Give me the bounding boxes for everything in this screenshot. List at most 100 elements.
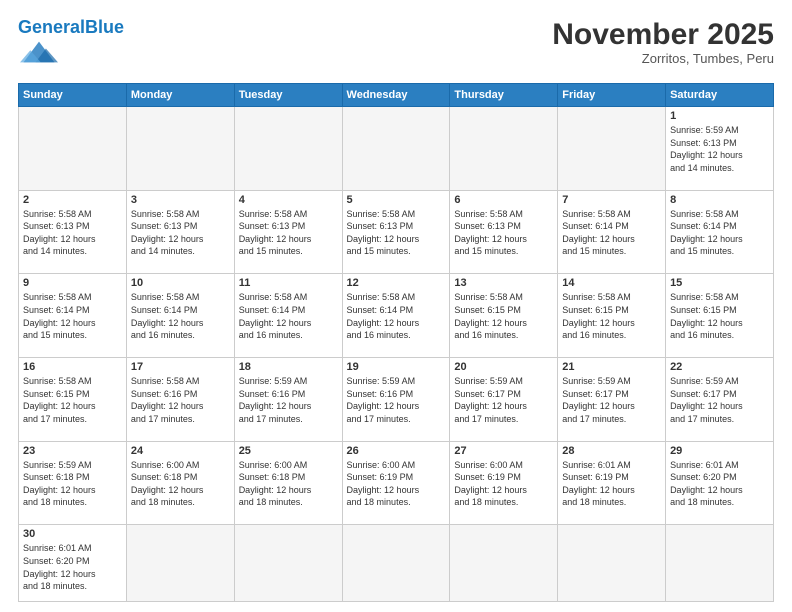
table-row: 7 Sunrise: 5:58 AM Sunset: 6:14 PM Daylig…	[558, 190, 666, 274]
logo-blue: Blue	[85, 17, 124, 37]
table-row: 28Sunrise: 6:01 AM Sunset: 6:19 PM Dayli…	[558, 441, 666, 525]
day-info: Sunrise: 5:58 AM Sunset: 6:15 PM Dayligh…	[454, 291, 553, 341]
day-number: 12	[347, 277, 446, 289]
day-info: Sunrise: 5:58 AM Sunset: 6:14 PM Dayligh…	[562, 208, 661, 258]
day-number: 4	[239, 194, 338, 206]
table-row	[450, 107, 558, 191]
day-info: Sunrise: 5:58 AM Sunset: 6:15 PM Dayligh…	[23, 375, 122, 425]
day-info: Sunrise: 5:59 AM Sunset: 6:18 PM Dayligh…	[23, 459, 122, 509]
day-info: Sunrise: 5:58 AM Sunset: 6:14 PM Dayligh…	[131, 291, 230, 341]
day-number: 2	[23, 194, 122, 206]
logo-text: GeneralBlue	[18, 18, 124, 36]
day-number: 6	[454, 194, 553, 206]
day-info: Sunrise: 5:58 AM Sunset: 6:14 PM Dayligh…	[239, 291, 338, 341]
day-info: Sunrise: 5:59 AM Sunset: 6:17 PM Dayligh…	[562, 375, 661, 425]
table-row	[558, 525, 666, 602]
day-number: 19	[347, 361, 446, 373]
calendar-week-row: 2 Sunrise: 5:58 AM Sunset: 6:13 PM Daylig…	[19, 190, 774, 274]
table-row: 27Sunrise: 6:00 AM Sunset: 6:19 PM Dayli…	[450, 441, 558, 525]
table-row: 16 Sunrise: 5:58 AM Sunset: 6:15 PM Dayli…	[19, 358, 127, 442]
col-sunday: Sunday	[19, 84, 127, 107]
table-row: 20 Sunrise: 5:59 AM Sunset: 6:17 PM Dayli…	[450, 358, 558, 442]
day-number: 14	[562, 277, 661, 289]
table-row	[450, 525, 558, 602]
day-info: Sunrise: 5:58 AM Sunset: 6:15 PM Dayligh…	[670, 291, 769, 341]
calendar-table: Sunday Monday Tuesday Wednesday Thursday…	[18, 83, 774, 602]
day-number: 17	[131, 361, 230, 373]
day-info: Sunrise: 5:59 AM Sunset: 6:16 PM Dayligh…	[239, 375, 338, 425]
day-number: 5	[347, 194, 446, 206]
day-number: 29	[670, 445, 769, 457]
day-info: Sunrise: 5:58 AM Sunset: 6:13 PM Dayligh…	[454, 208, 553, 258]
table-row	[126, 525, 234, 602]
day-info: Sunrise: 5:58 AM Sunset: 6:13 PM Dayligh…	[347, 208, 446, 258]
logo-general: General	[18, 17, 85, 37]
day-info: Sunrise: 5:59 AM Sunset: 6:17 PM Dayligh…	[454, 375, 553, 425]
location-subtitle: Zorritos, Tumbes, Peru	[552, 51, 774, 66]
day-info: Sunrise: 5:58 AM Sunset: 6:14 PM Dayligh…	[670, 208, 769, 258]
day-number: 23	[23, 445, 122, 457]
header: GeneralBlue November 2025 Zorritos, Tumb…	[18, 18, 774, 73]
day-info: Sunrise: 6:01 AM Sunset: 6:20 PM Dayligh…	[670, 459, 769, 509]
calendar-header-row: Sunday Monday Tuesday Wednesday Thursday…	[19, 84, 774, 107]
table-row: 3Sunrise: 5:58 AM Sunset: 6:13 PM Daylig…	[126, 190, 234, 274]
day-info: Sunrise: 6:00 AM Sunset: 6:19 PM Dayligh…	[454, 459, 553, 509]
day-number: 1	[670, 110, 769, 122]
day-info: Sunrise: 6:00 AM Sunset: 6:18 PM Dayligh…	[239, 459, 338, 509]
table-row: 17 Sunrise: 5:58 AM Sunset: 6:16 PM Dayli…	[126, 358, 234, 442]
day-number: 16	[23, 361, 122, 373]
table-row	[342, 525, 450, 602]
table-row: 12 Sunrise: 5:58 AM Sunset: 6:14 PM Dayli…	[342, 274, 450, 358]
table-row: 23 Sunrise: 5:59 AM Sunset: 6:18 PM Dayli…	[19, 441, 127, 525]
table-row: 10 Sunrise: 5:58 AM Sunset: 6:14 PM Dayli…	[126, 274, 234, 358]
day-number: 15	[670, 277, 769, 289]
day-number: 10	[131, 277, 230, 289]
day-info: Sunrise: 5:59 AM Sunset: 6:16 PM Dayligh…	[347, 375, 446, 425]
table-row: 25Sunrise: 6:00 AM Sunset: 6:18 PM Dayli…	[234, 441, 342, 525]
table-row	[342, 107, 450, 191]
day-number: 21	[562, 361, 661, 373]
day-info: Sunrise: 6:00 AM Sunset: 6:19 PM Dayligh…	[347, 459, 446, 509]
table-row: 8 Sunrise: 5:58 AM Sunset: 6:14 PM Daylig…	[666, 190, 774, 274]
page: GeneralBlue November 2025 Zorritos, Tumb…	[0, 0, 792, 612]
day-number: 8	[670, 194, 769, 206]
day-number: 28	[562, 445, 661, 457]
day-info: Sunrise: 5:58 AM Sunset: 6:16 PM Dayligh…	[131, 375, 230, 425]
month-title: November 2025	[552, 18, 774, 51]
table-row: 1Sunrise: 5:59 AM Sunset: 6:13 PM Daylig…	[666, 107, 774, 191]
day-number: 20	[454, 361, 553, 373]
logo: GeneralBlue	[18, 18, 124, 73]
table-row: 19 Sunrise: 5:59 AM Sunset: 6:16 PM Dayli…	[342, 358, 450, 442]
day-info: Sunrise: 6:00 AM Sunset: 6:18 PM Dayligh…	[131, 459, 230, 509]
table-row: 6 Sunrise: 5:58 AM Sunset: 6:13 PM Daylig…	[450, 190, 558, 274]
table-row: 26Sunrise: 6:00 AM Sunset: 6:19 PM Dayli…	[342, 441, 450, 525]
day-number: 18	[239, 361, 338, 373]
calendar-week-row: 9 Sunrise: 5:58 AM Sunset: 6:14 PM Daylig…	[19, 274, 774, 358]
day-number: 11	[239, 277, 338, 289]
calendar-week-row: 30Sunrise: 6:01 AM Sunset: 6:20 PM Dayli…	[19, 525, 774, 602]
title-block: November 2025 Zorritos, Tumbes, Peru	[552, 18, 774, 66]
table-row	[234, 107, 342, 191]
col-friday: Friday	[558, 84, 666, 107]
day-number: 24	[131, 445, 230, 457]
calendar-week-row: 23 Sunrise: 5:59 AM Sunset: 6:18 PM Dayli…	[19, 441, 774, 525]
table-row: 5 Sunrise: 5:58 AM Sunset: 6:13 PM Daylig…	[342, 190, 450, 274]
table-row: 15 Sunrise: 5:58 AM Sunset: 6:15 PM Dayli…	[666, 274, 774, 358]
table-row: 29 Sunrise: 6:01 AM Sunset: 6:20 PM Dayli…	[666, 441, 774, 525]
table-row: 2 Sunrise: 5:58 AM Sunset: 6:13 PM Daylig…	[19, 190, 127, 274]
day-info: Sunrise: 5:58 AM Sunset: 6:15 PM Dayligh…	[562, 291, 661, 341]
day-info: Sunrise: 5:58 AM Sunset: 6:14 PM Dayligh…	[23, 291, 122, 341]
calendar-week-row: 1Sunrise: 5:59 AM Sunset: 6:13 PM Daylig…	[19, 107, 774, 191]
day-info: Sunrise: 5:58 AM Sunset: 6:13 PM Dayligh…	[23, 208, 122, 258]
col-saturday: Saturday	[666, 84, 774, 107]
table-row: 22Sunrise: 5:59 AM Sunset: 6:17 PM Dayli…	[666, 358, 774, 442]
day-info: Sunrise: 5:58 AM Sunset: 6:13 PM Dayligh…	[131, 208, 230, 258]
day-info: Sunrise: 5:59 AM Sunset: 6:17 PM Dayligh…	[670, 375, 769, 425]
day-number: 9	[23, 277, 122, 289]
calendar-week-row: 16 Sunrise: 5:58 AM Sunset: 6:15 PM Dayli…	[19, 358, 774, 442]
table-row: 9 Sunrise: 5:58 AM Sunset: 6:14 PM Daylig…	[19, 274, 127, 358]
table-row: 13Sunrise: 5:58 AM Sunset: 6:15 PM Dayli…	[450, 274, 558, 358]
day-number: 7	[562, 194, 661, 206]
day-info: Sunrise: 5:58 AM Sunset: 6:13 PM Dayligh…	[239, 208, 338, 258]
day-info: Sunrise: 5:58 AM Sunset: 6:14 PM Dayligh…	[347, 291, 446, 341]
